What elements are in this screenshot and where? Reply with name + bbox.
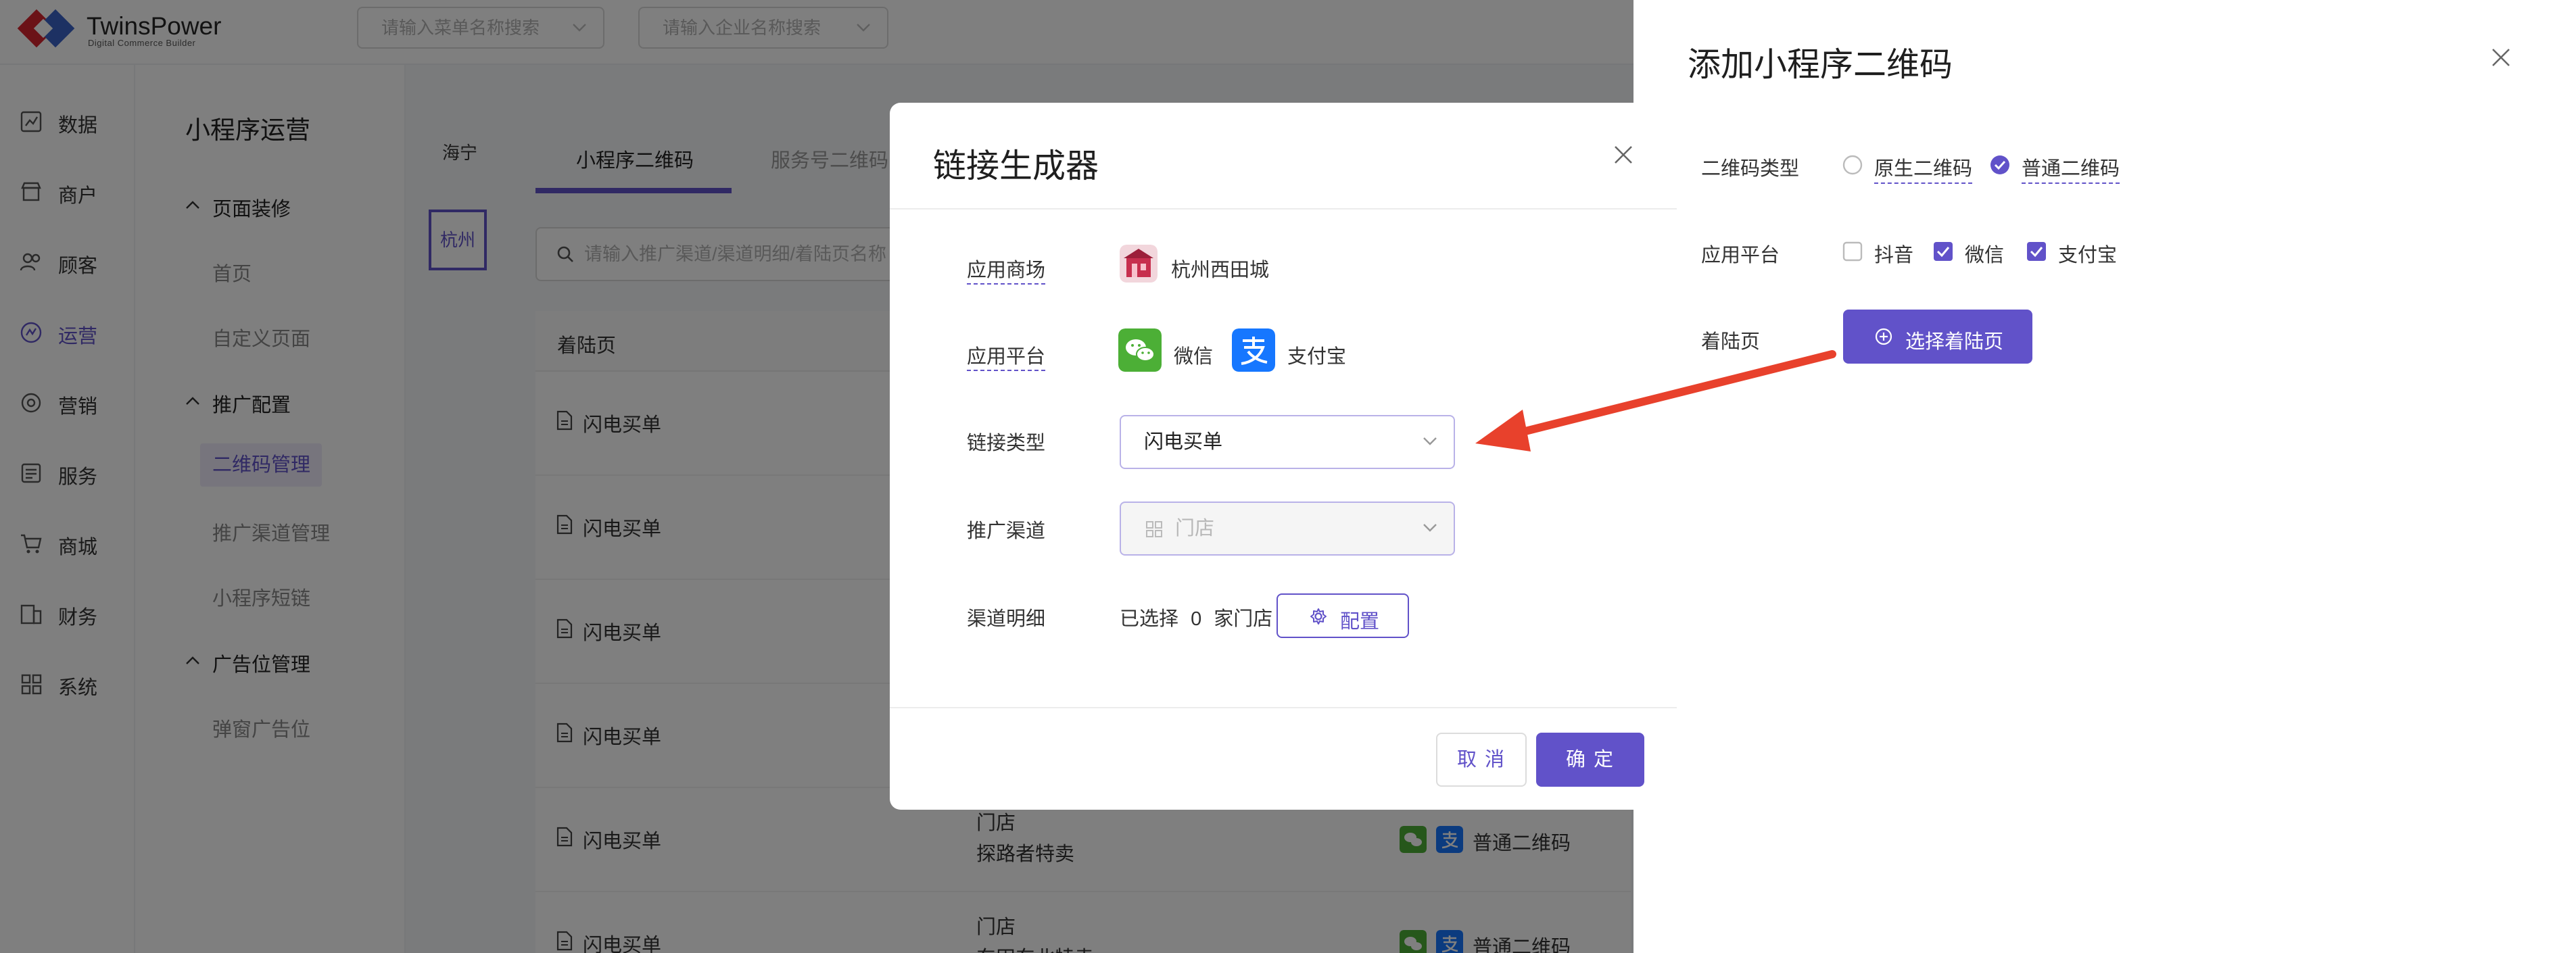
close-icon[interactable] [2491,47,2511,68]
platform-label: 应用平台 [1701,245,1780,266]
selected-prefix: 已选择 [1120,608,1179,630]
radio-checked-icon [1990,155,2009,174]
store-name: 杭州西田城 [1171,260,1270,281]
channel-detail-label: 渠道明细 [967,608,1046,630]
channel-select[interactable]: 门店 [1120,502,1455,556]
checkbox-label: 抖音 [1874,245,1914,266]
radio-label: 普通二维码 [2022,153,2120,184]
qr-type-label: 二维码类型 [1701,158,1800,180]
grid-icon [1146,521,1162,537]
cancel-button[interactable]: 取 消 [1436,733,1527,787]
link-type-label: 链接类型 [967,433,1046,454]
checkbox-checked-icon [2027,242,2046,261]
store-label: 应用商场 [967,254,1046,285]
channel-label: 推广渠道 [967,520,1046,542]
config-button-label: 配置 [1340,611,1380,633]
modal-platform-label: 应用平台 [967,341,1046,371]
checkbox-checked-icon [1934,242,1953,261]
link-type-select[interactable]: 闪电买单 [1120,415,1455,469]
plus-circle-icon [1875,328,1892,345]
pick-landing-label: 选择着陆页 [1905,331,2004,353]
checkbox-label: 微信 [1965,245,2005,266]
mall-logo-icon [1120,245,1158,283]
confirm-button[interactable]: 确 定 [1536,733,1644,787]
alipay-platform-name: 支付宝 [1287,346,1347,368]
selected-suffix: 家门店 [1214,608,1273,630]
modal-platform-label-text: 应用平台 [967,346,1046,371]
radio-unchecked-icon [1842,155,1863,175]
modal-header-divider [890,208,1677,210]
modal-title: 链接生成器 [933,148,1099,185]
channel-value: 门店 [1175,518,1215,539]
chevron-down-icon [1423,524,1437,532]
modal-footer-divider [890,707,1677,708]
link-type-value: 闪电买单 [1144,431,1223,453]
store-label-text: 应用商场 [967,260,1046,285]
gear-icon [1310,608,1327,625]
close-icon[interactable] [1613,145,1633,165]
wechat-platform-name: 微信 [1174,346,1214,368]
config-button[interactable]: 配置 [1277,593,1409,638]
checkbox-unchecked-icon [1842,241,1863,262]
drawer-title: 添加小程序二维码 [1688,47,1953,83]
add-qrcode-drawer: 添加小程序二维码 二维码类型 原生二维码 普通二维码 应用平台 抖音 微信 支付… [1633,0,2576,953]
alipay-icon [1232,328,1275,372]
wechat-icon [1118,328,1162,372]
selected-stores-text: 已选择 0 家门店 [1120,603,1272,631]
chevron-down-icon [1423,437,1437,445]
radio-label: 原生二维码 [1874,153,1973,184]
annotation-arrow-icon [1475,350,1836,451]
checkbox-label: 支付宝 [2058,245,2118,266]
pick-landing-button[interactable]: 选择着陆页 [1843,310,2032,364]
selected-count: 0 [1191,608,1202,630]
